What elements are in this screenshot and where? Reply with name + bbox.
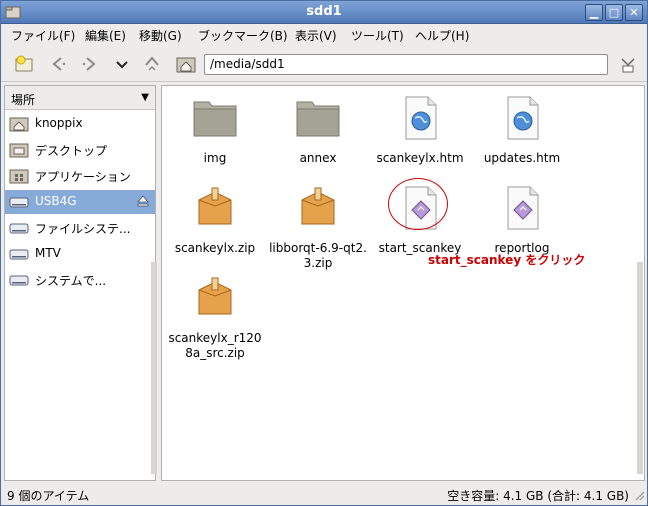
minimize-icon: ▁ [589, 6, 599, 19]
executable-icon [507, 186, 539, 230]
maximize-icon: □ [608, 6, 620, 19]
up-icon[interactable] [141, 53, 163, 75]
location-input[interactable]: /media/sdd1 [204, 54, 608, 75]
sidebar-header-label: 場所 [11, 93, 36, 107]
file-item[interactable]: scankeylx.htm [370, 94, 470, 166]
drive-icon [9, 275, 29, 286]
content-scrollbar[interactable] [637, 262, 643, 474]
file-name: libborqt-6.9-qt2.3.zip [269, 241, 367, 270]
sidebar-item-applications[interactable]: アプリケーション [5, 164, 155, 188]
file-name: img [203, 151, 227, 165]
new-bookmark-icon[interactable] [13, 53, 35, 75]
sidebar-item-mtv[interactable]: MTV [5, 242, 155, 266]
sidebar-item-label: MTV [35, 246, 61, 260]
file-item[interactable]: scankeylx.zip [165, 184, 265, 256]
sidebar-item-label: USB4G [35, 194, 77, 208]
forward-icon[interactable] [79, 53, 101, 75]
sidebar-item-label: アプリケーション [35, 170, 131, 184]
menu-view[interactable]: 表示(V) [295, 27, 337, 44]
menu-bar: ファイル(F) 編集(E) 移動(G) ブックマーク(B) 表示(V) ツール(… [1, 24, 647, 46]
sidebar-item-label: デスクトップ [35, 144, 108, 158]
highlight-circle [388, 178, 448, 230]
file-view: img annex scankeylx.htm updates.htm scan… [161, 85, 645, 481]
applications-folder-icon [9, 169, 29, 184]
desktop-folder-icon [9, 143, 29, 158]
drive-icon [9, 223, 29, 234]
file-item[interactable]: annex [268, 94, 368, 166]
sidebar-item-label: knoppix [35, 116, 83, 130]
archive-icon [198, 277, 232, 315]
file-item[interactable]: updates.htm [472, 94, 572, 166]
home-icon[interactable] [175, 53, 197, 75]
html-document-icon [405, 96, 437, 140]
file-item[interactable]: libborqt-6.9-qt2.3.zip [268, 184, 368, 271]
annotation-label: start_scankey をクリック [428, 253, 586, 267]
sidebar-item-system[interactable]: システムで... [5, 268, 155, 292]
menu-tools[interactable]: ツール(T) [351, 27, 404, 44]
file-item[interactable]: scankeylx_r1208a_src.zip [165, 274, 265, 361]
window-title: sdd1 [306, 4, 342, 19]
menu-bookmarks[interactable]: ブックマーク(B) [198, 27, 288, 44]
places-sidebar: 場所 ▼ knoppix デスクトップ アプリケーション USB4G ファイルシ… [4, 85, 157, 481]
file-name: scankeylx.htm [376, 151, 464, 165]
menu-edit[interactable]: 編集(E) [85, 27, 126, 44]
history-dropdown-icon[interactable] [111, 53, 133, 75]
resize-grip-icon[interactable] [633, 489, 645, 501]
home-folder-icon [9, 117, 29, 132]
drive-icon [9, 249, 29, 260]
folder-icon [193, 101, 237, 137]
menu-file[interactable]: ファイル(F) [11, 27, 75, 44]
file-name: scankeylx.zip [174, 241, 256, 255]
status-bar: 9 個のアイテム 空き容量: 4.1 GB (合計: 4.1 GB) [1, 483, 647, 505]
html-document-icon [507, 96, 539, 140]
sidebar-item-knoppix[interactable]: knoppix [5, 112, 155, 136]
folder-icon [296, 101, 340, 137]
sidebar-item-label: システムで... [35, 274, 107, 288]
item-count: 9 個のアイテム [7, 489, 90, 503]
archive-icon [301, 187, 335, 225]
archive-icon [198, 187, 232, 225]
close-button[interactable]: ✕ [625, 4, 643, 21]
sidebar-item-filesystem[interactable]: ファイルシステ... [5, 216, 155, 240]
file-manager-window: sdd1 ▁ □ ✕ ファイル(F) 編集(E) 移動(G) ブックマーク(B)… [0, 0, 648, 506]
sidebar-header[interactable]: 場所 ▼ [5, 86, 155, 110]
file-name: scankeylx_r1208a_src.zip [168, 331, 262, 360]
sidebar-item-label: ファイルシステ... [35, 222, 131, 236]
toolbar: /media/sdd1 [1, 46, 647, 82]
chevron-down-icon[interactable]: ▼ [141, 92, 149, 103]
location-toggle-icon[interactable] [617, 53, 639, 75]
file-name: updates.htm [483, 151, 561, 165]
menu-go[interactable]: 移動(G) [139, 27, 182, 44]
eject-icon[interactable] [136, 194, 150, 208]
file-item[interactable]: img [165, 94, 265, 166]
free-space: 空き容量: 4.1 GB (合計: 4.1 GB) [447, 489, 629, 503]
file-name: annex [299, 151, 337, 165]
menu-help[interactable]: ヘルプ(H) [415, 27, 469, 44]
sidebar-item-usb4g[interactable]: USB4G [5, 190, 155, 214]
close-icon: ✕ [629, 6, 639, 19]
sidebar-item-desktop[interactable]: デスクトップ [5, 138, 155, 162]
title-bar[interactable]: sdd1 ▁ □ ✕ [1, 1, 647, 24]
usb-drive-icon [9, 197, 29, 208]
maximize-button[interactable]: □ [605, 4, 623, 21]
back-icon[interactable] [47, 53, 69, 75]
minimize-button[interactable]: ▁ [585, 4, 603, 21]
sidebar-scrollbar[interactable] [151, 262, 157, 474]
file-item[interactable]: reportlog [472, 184, 572, 256]
